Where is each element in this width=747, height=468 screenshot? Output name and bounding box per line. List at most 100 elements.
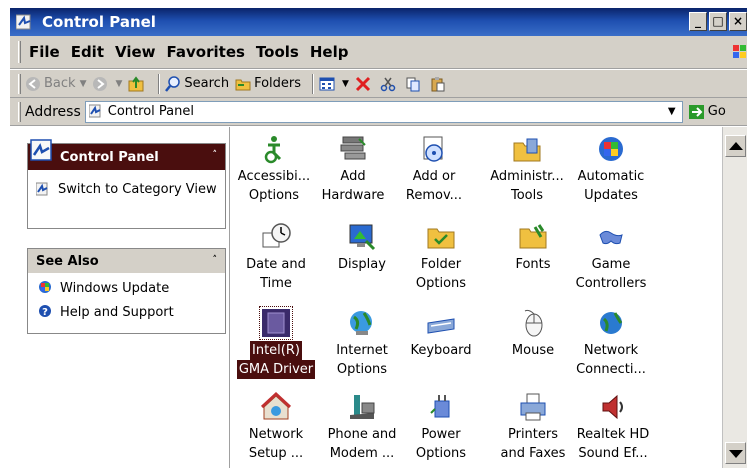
windows-logo-icon <box>733 44 747 60</box>
views-button[interactable]: ▼ <box>319 76 349 92</box>
windows-update-icon <box>38 280 54 296</box>
folder-up-icon <box>128 75 144 92</box>
folder-options-icon <box>425 221 457 253</box>
search-button[interactable]: Search <box>165 75 229 92</box>
menu-favorites[interactable]: Favorites <box>167 43 245 61</box>
address-grip[interactable] <box>18 101 21 122</box>
back-dropdown-icon[interactable]: ▼ <box>80 79 87 89</box>
control-panel-task-header[interactable]: Control Panel ˄ <box>28 139 225 170</box>
cut-button[interactable] <box>380 76 399 92</box>
svg-text:?: ? <box>42 307 48 318</box>
menu-tools[interactable]: Tools <box>256 43 299 61</box>
item-network-connections[interactable]: Network Connecti... <box>571 307 651 379</box>
delete-button[interactable] <box>355 76 374 92</box>
item-label-line2: Options <box>415 446 467 461</box>
control-panel-icon <box>30 138 54 162</box>
item-keyboard[interactable]: Keyboard <box>401 307 481 379</box>
network-connections-icon <box>595 307 627 339</box>
item-date-and-time[interactable]: Date and Time <box>236 221 316 293</box>
collapse-chevron-icon[interactable]: ˄ <box>213 150 218 160</box>
item-label-line1: Internet <box>336 343 388 358</box>
item-network-setup[interactable]: Network Setup ... <box>236 391 316 463</box>
display-icon <box>346 221 378 253</box>
collapse-chevron-icon[interactable]: ˄ <box>213 255 218 265</box>
item-label-line2: GMA Driver <box>236 360 316 379</box>
phone-modem-icon <box>346 391 378 423</box>
control-panel-icon <box>88 104 105 120</box>
accessibility-icon <box>258 133 290 165</box>
paste-button[interactable] <box>430 76 449 92</box>
forward-dropdown-icon[interactable]: ▼ <box>115 79 122 89</box>
control-panel-small-icon <box>35 182 52 198</box>
views-icon <box>319 76 335 92</box>
item-phone-and-modem[interactable]: Phone and Modem ... <box>322 391 402 463</box>
item-printers-and-faxes[interactable]: Printers and Faxes <box>493 391 573 463</box>
item-automatic-updates[interactable]: Automatic Updates <box>571 133 651 205</box>
folders-button[interactable]: Folders <box>235 76 301 92</box>
intel-gma-driver-icon <box>259 306 293 340</box>
add-hardware-icon <box>337 133 369 165</box>
menu-grip[interactable] <box>18 41 21 63</box>
item-label-line1: Accessibi... <box>237 169 311 184</box>
item-label-line1: Printers <box>507 427 559 442</box>
back-button[interactable]: Back ▼ <box>25 76 86 92</box>
menu-file[interactable]: File <box>29 43 60 61</box>
title-bar[interactable]: Control Panel _ □ × <box>10 8 747 36</box>
see-also-header[interactable]: See Also ˄ <box>28 249 225 273</box>
search-icon <box>165 75 181 92</box>
item-game-controllers[interactable]: Game Controllers <box>571 221 651 293</box>
item-intel-gma-driver[interactable]: Intel(R) GMA Driver <box>236 306 316 379</box>
scroll-up-button[interactable] <box>725 135 746 157</box>
address-bar: Address Control Panel ▼ Go <box>10 98 747 126</box>
administrative-tools-icon <box>511 133 543 165</box>
item-fonts[interactable]: Fonts <box>493 221 573 293</box>
up-button[interactable] <box>128 75 147 92</box>
date-time-icon <box>260 221 292 253</box>
forward-button[interactable]: ▼ <box>92 76 122 92</box>
fonts-icon <box>517 221 549 253</box>
help-and-support-label: Help and Support <box>60 304 174 320</box>
menu-view[interactable]: View <box>115 43 156 61</box>
windows-update-label: Windows Update <box>60 280 170 296</box>
item-display[interactable]: Display <box>322 221 402 293</box>
task-pane: Control Panel ˄ Switch to Category View … <box>10 127 230 468</box>
item-label-line1: Add <box>340 169 366 184</box>
item-realtek-hd-sound[interactable]: Realtek HD Sound Ef... <box>573 391 653 463</box>
go-arrow-icon <box>688 104 705 120</box>
menu-edit[interactable]: Edit <box>71 43 104 61</box>
item-mouse[interactable]: Mouse <box>493 307 573 379</box>
scroll-down-button[interactable] <box>725 442 746 464</box>
item-accessibility-options[interactable]: Accessibi... Options <box>234 133 314 205</box>
help-and-support-link[interactable]: ? Help and Support <box>28 297 225 321</box>
item-internet-options[interactable]: Internet Options <box>322 307 402 379</box>
automatic-updates-icon <box>595 133 627 165</box>
address-dropdown-icon[interactable]: ▼ <box>664 104 680 120</box>
windows-update-link[interactable]: Windows Update <box>28 273 225 297</box>
item-add-remove-programs[interactable]: Add or Remov... <box>394 133 474 205</box>
item-label-line1: Automatic <box>577 169 645 184</box>
keyboard-icon <box>425 307 457 339</box>
item-label-line2: Connecti... <box>576 362 646 377</box>
item-label-line1: Power <box>421 427 461 442</box>
forward-arrow-icon <box>92 76 108 92</box>
item-administrative-tools[interactable]: Administr... Tools <box>487 133 567 205</box>
vertical-scrollbar[interactable] <box>722 127 747 468</box>
help-icon: ? <box>38 304 54 320</box>
internet-options-icon <box>346 307 378 339</box>
menu-help[interactable]: Help <box>310 43 349 61</box>
switch-category-view-link[interactable]: Switch to Category View <box>28 170 225 199</box>
close-button[interactable]: × <box>729 12 747 31</box>
menu-bar: File Edit View Favorites Tools Help <box>10 36 747 69</box>
item-power-options[interactable]: Power Options <box>401 391 481 463</box>
minimize-button[interactable]: _ <box>689 12 707 31</box>
maximize-button[interactable]: □ <box>709 12 727 31</box>
item-folder-options[interactable]: Folder Options <box>401 221 481 293</box>
views-dropdown-icon[interactable]: ▼ <box>342 79 349 89</box>
go-button[interactable]: Go <box>688 104 726 120</box>
address-input[interactable]: Control Panel ▼ <box>84 100 683 123</box>
copy-button[interactable] <box>405 76 424 92</box>
item-add-hardware[interactable]: Add Hardware <box>313 133 393 205</box>
item-label-line1: Fonts <box>515 257 551 272</box>
toolbar-grip[interactable] <box>18 73 21 94</box>
item-label-line1: Network <box>583 343 639 358</box>
